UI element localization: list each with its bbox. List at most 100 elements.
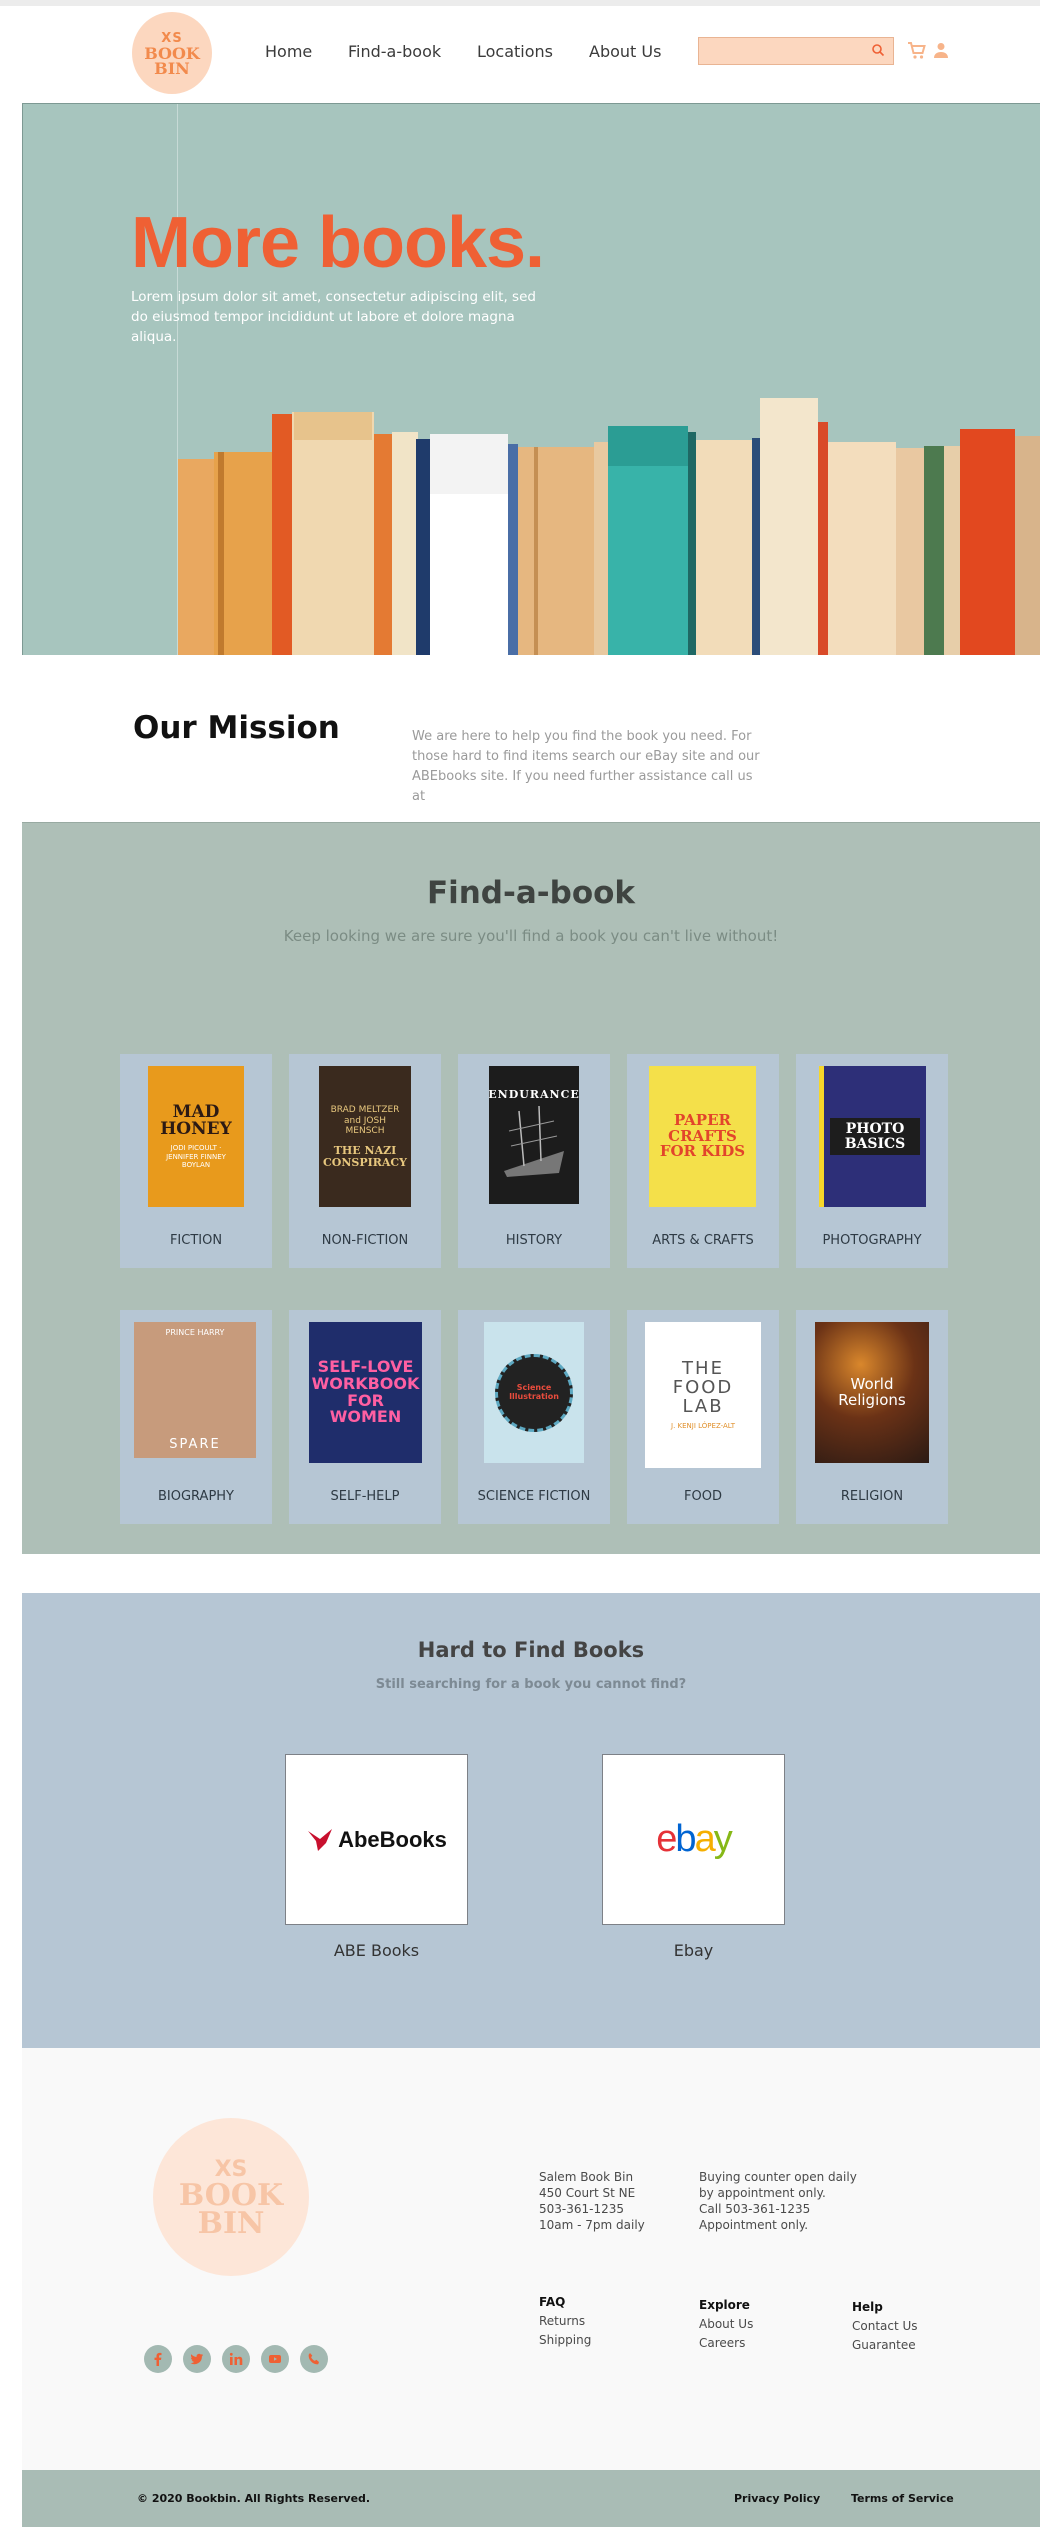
cart-icon[interactable] xyxy=(907,40,927,60)
category-card-non-fiction[interactable]: BRAD MELTZER and JOSH MENSCH THE NAZI CO… xyxy=(289,1054,441,1268)
address-line: Salem Book Bin xyxy=(539,2170,634,2184)
book-cover: MAD HONEY JODI PICOULT · JENNIFER FINNEY… xyxy=(148,1066,244,1207)
footer-logo-bot: BIN xyxy=(197,2205,265,2241)
site-header: XS BOOK BIN Home Find-a-book Locations A… xyxy=(0,0,1040,103)
abebooks-bird-icon xyxy=(308,1828,333,1851)
copyright-bar: © 2020 Bookbin. All Rights Reserved. Pri… xyxy=(22,2470,1040,2527)
book-cover: Science Illustration xyxy=(484,1322,584,1463)
abebooks-label[interactable]: ABE Books xyxy=(285,1941,468,1960)
hard-subtitle: Still searching for a book you cannot fi… xyxy=(375,1677,687,1692)
cover-author: J. KENJI LÓPEZ-ALT xyxy=(671,1421,735,1430)
user-icon[interactable] xyxy=(934,42,948,58)
book-cover: SELF-LOVE WORKBOOK FOR WOMEN xyxy=(309,1322,422,1463)
address-block: Salem Book Bin 450 Court St NE 503-361-1… xyxy=(539,2169,645,2233)
nav-about-us[interactable]: About Us xyxy=(589,42,661,61)
book-cover: PRINCE HARRY SPARE xyxy=(134,1322,256,1458)
counter-line: Buying counter open daily xyxy=(699,2170,857,2184)
footer-link-contact-us[interactable]: Contact Us xyxy=(852,2319,918,2333)
cover-title: PAPER CRAFTS FOR KIDS xyxy=(659,1110,746,1161)
category-card-fiction[interactable]: MAD HONEY JODI PICOULT · JENNIFER FINNEY… xyxy=(120,1054,272,1268)
ebay-label[interactable]: Ebay xyxy=(602,1941,785,1960)
abebooks-logo-text: AbeBooks xyxy=(338,1826,447,1852)
site-footer: XS BOOK BIN Salem Book Bin 450 Court St … xyxy=(22,2048,1040,2470)
category-card-photography[interactable]: PHOTO BASICS PHOTOGRAPHY xyxy=(796,1054,948,1268)
mission-text: We are here to help you find the book yo… xyxy=(412,729,760,804)
category-label: RELIGION xyxy=(840,1489,904,1504)
book-cover: BRAD MELTZER and JOSH MENSCH THE NAZI CO… xyxy=(319,1066,411,1207)
cover-title: ENDURANCE xyxy=(489,1088,579,1102)
terms-of-service-link[interactable]: Terms of Service xyxy=(851,2492,954,2505)
bookbin-logo[interactable]: XS BOOK BIN xyxy=(132,12,212,94)
footer-link-careers[interactable]: Careers xyxy=(699,2336,745,2350)
category-label: SELF-HELP xyxy=(330,1489,400,1504)
counter-line: Appointment only. xyxy=(699,2218,809,2232)
abebooks-logo-tile[interactable]: AbeBooks xyxy=(285,1754,468,1925)
category-card-food[interactable]: THE FOOD LAB J. KENJI LÓPEZ-ALT FOOD xyxy=(627,1310,779,1524)
category-label: PHOTOGRAPHY xyxy=(822,1233,922,1248)
category-card-self-help[interactable]: SELF-LOVE WORKBOOK FOR WOMEN SELF-HELP xyxy=(289,1310,441,1524)
category-label: FOOD xyxy=(684,1489,722,1504)
book-cover: ENDURANCE xyxy=(489,1066,579,1204)
category-card-history[interactable]: ENDURANCE HISTORY xyxy=(458,1054,610,1268)
search-input[interactable] xyxy=(699,38,869,64)
footer-link-guarantee[interactable]: Guarantee xyxy=(852,2338,916,2352)
category-label: BIOGRAPHY xyxy=(157,1489,234,1504)
search-icon[interactable] xyxy=(871,43,885,57)
ebay-logo-tile[interactable]: ebay xyxy=(602,1754,785,1925)
counter-line: Call 503-361-1235 xyxy=(699,2202,811,2216)
book-cover: THE FOOD LAB J. KENJI LÓPEZ-ALT xyxy=(645,1322,761,1468)
mission-title: Our Mission xyxy=(133,710,340,746)
book-cover: PHOTO BASICS xyxy=(819,1066,926,1207)
top-strip xyxy=(0,0,1040,6)
search-box xyxy=(698,37,894,65)
faq-heading: FAQ xyxy=(539,2295,566,2309)
twitter-icon[interactable] xyxy=(183,2345,211,2373)
privacy-policy-link[interactable]: Privacy Policy xyxy=(734,2492,820,2505)
category-label: NON-FICTION xyxy=(321,1233,409,1248)
help-heading: Help xyxy=(852,2300,883,2314)
nav-home[interactable]: Home xyxy=(265,42,312,61)
ship-illustration xyxy=(504,1105,564,1177)
counter-block: Buying counter open daily by appointment… xyxy=(699,2169,857,2233)
cover-title: THE NAZI CONSPIRACY xyxy=(322,1144,408,1169)
cover-title: MAD HONEY xyxy=(160,1101,232,1140)
cover-author: PRINCE HARRY xyxy=(165,1328,225,1337)
linkedin-icon[interactable] xyxy=(222,2345,250,2373)
cover-title: World Religions xyxy=(838,1374,906,1409)
logo-bot-text: BIN xyxy=(154,58,190,78)
address-line: 450 Court St NE xyxy=(539,2186,636,2200)
nav-find-a-book[interactable]: Find-a-book xyxy=(348,42,441,61)
hard-title: Hard to Find Books xyxy=(417,1638,645,1662)
phone-icon[interactable] xyxy=(300,2345,328,2373)
youtube-icon[interactable] xyxy=(261,2345,289,2373)
find-title: Find-a-book xyxy=(426,875,636,911)
counter-line: by appointment only. xyxy=(699,2186,826,2200)
cover-title: SPARE xyxy=(169,1437,221,1453)
cover-title: Science Illustration xyxy=(509,1383,559,1401)
book-cover: World Religions xyxy=(815,1322,929,1463)
explore-heading: Explore xyxy=(699,2298,750,2312)
find-subtitle: Keep looking we are sure you'll find a b… xyxy=(283,927,779,945)
category-card-arts-crafts[interactable]: PAPER CRAFTS FOR KIDS ARTS & CRAFTS xyxy=(627,1054,779,1268)
address-line: 503-361-1235 xyxy=(539,2202,625,2216)
facebook-icon[interactable] xyxy=(144,2345,172,2373)
find-a-book-section: Find-a-book Keep looking we are sure you… xyxy=(22,822,1040,1554)
address-line: 10am - 7pm daily xyxy=(539,2218,645,2232)
hard-to-find-section: Hard to Find Books Still searching for a… xyxy=(22,1593,1040,2048)
cover-title: PHOTO BASICS xyxy=(830,1117,920,1156)
category-card-biography[interactable]: PRINCE HARRY SPARE BIOGRAPHY xyxy=(120,1310,272,1524)
footer-link-shipping[interactable]: Shipping xyxy=(539,2333,591,2347)
category-label: HISTORY xyxy=(505,1233,563,1248)
footer-link-about-us[interactable]: About Us xyxy=(699,2317,753,2331)
books-row-image xyxy=(178,398,1040,655)
nav-locations[interactable]: Locations xyxy=(477,42,553,61)
cover-disc: Science Illustration xyxy=(495,1353,573,1432)
cover-author: BRAD MELTZER and JOSH MENSCH xyxy=(330,1104,400,1137)
category-card-science-fiction[interactable]: Science Illustration SCIENCE FICTION xyxy=(458,1310,610,1524)
category-label: ARTS & CRAFTS xyxy=(652,1233,754,1248)
cover-title: SELF-LOVE WORKBOOK FOR WOMEN xyxy=(311,1356,420,1427)
category-card-religion[interactable]: World Religions RELIGION xyxy=(796,1310,948,1524)
cover-title: THE FOOD LAB xyxy=(672,1357,734,1417)
hero-title: More books. xyxy=(131,203,545,283)
footer-link-returns[interactable]: Returns xyxy=(539,2314,585,2328)
